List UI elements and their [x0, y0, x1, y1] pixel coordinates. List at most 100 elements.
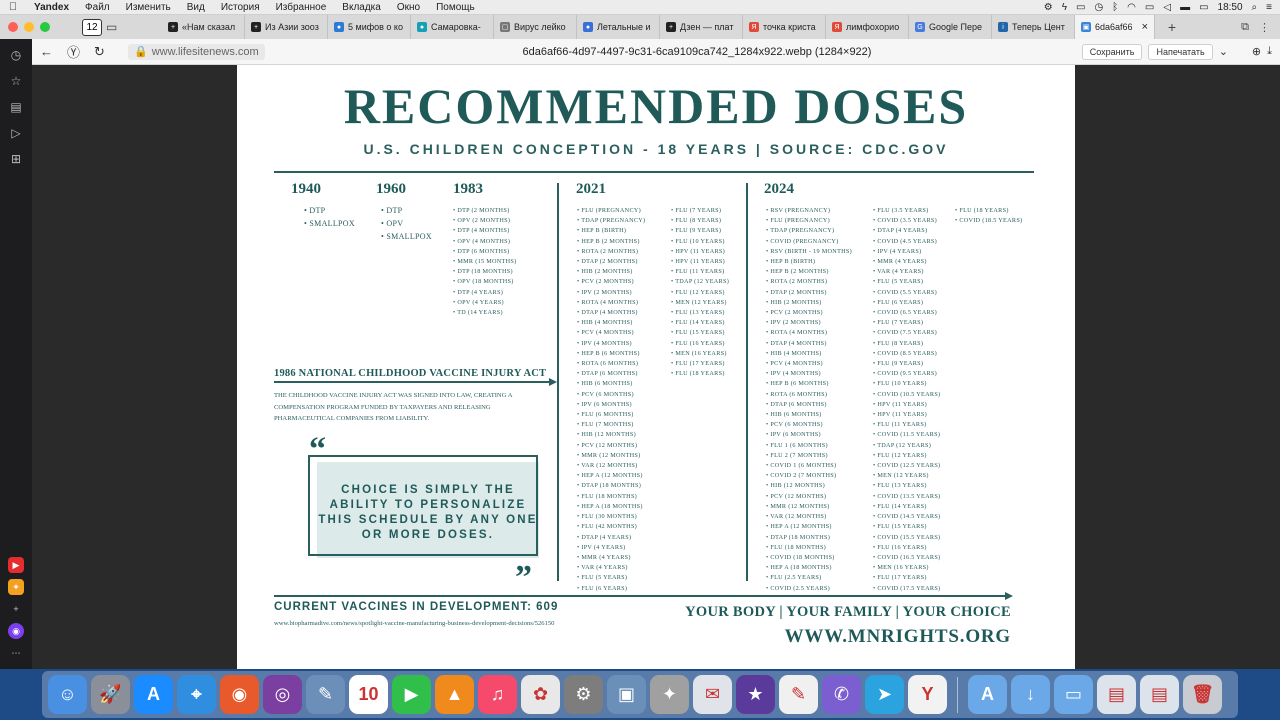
tray-display-icon[interactable]: ▭	[1145, 2, 1154, 13]
close-window-button[interactable]	[8, 22, 18, 32]
menu-help[interactable]: Помощь	[428, 2, 483, 13]
screenshot-2-dock-icon[interactable]: ▤	[1140, 675, 1179, 714]
tab-item[interactable]: i Теперь Цент	[992, 15, 1075, 39]
telegram-dock-icon[interactable]: ➤	[865, 675, 904, 714]
firefox-dock-icon[interactable]: ◉	[220, 675, 259, 714]
spotlight-search-icon[interactable]: ⌕	[1252, 2, 1258, 13]
dose-item: DTAP (4 YEARS)	[873, 226, 940, 236]
viber-dock-icon[interactable]: ✆	[822, 675, 861, 714]
safari-dock-icon[interactable]: ⌖	[177, 675, 216, 714]
lock-icon: 🔒	[134, 46, 148, 58]
yandex-browser-dock-icon[interactable]: Y	[908, 675, 947, 714]
menu-window[interactable]: Окно	[389, 2, 428, 13]
tab-item[interactable]: ● Летальные и	[577, 15, 660, 39]
tor-dock-icon[interactable]: ◎	[263, 675, 302, 714]
control-center-icon[interactable]: ≡	[1266, 2, 1272, 13]
zen-icon[interactable]: ✦	[8, 579, 24, 595]
tray-bluetooth-icon[interactable]: ᛒ	[1112, 2, 1118, 13]
tray-wifi-icon[interactable]: ◠	[1127, 2, 1136, 13]
new-tab-button[interactable]: +	[1161, 18, 1183, 36]
app-store-dock-icon[interactable]: A	[134, 675, 173, 714]
collections-icon[interactable]: ▤	[6, 97, 26, 117]
preview-dock-icon[interactable]: ✎	[306, 675, 345, 714]
back-arrow-icon[interactable]: ←	[40, 44, 53, 59]
tray-flag-icon[interactable]: ▬	[1180, 2, 1190, 13]
tab-item[interactable]: ● Самаровка-	[411, 15, 494, 39]
image-capture-dock-icon[interactable]: ▣	[607, 675, 646, 714]
tab-item[interactable]: + Из Азии зооз	[245, 15, 328, 39]
close-tab-icon[interactable]: ×	[1142, 21, 1148, 33]
notes-dock-icon[interactable]: ✎	[779, 675, 818, 714]
tray-cast-icon[interactable]: ▭	[1076, 2, 1085, 13]
apple-menu-icon[interactable]: 	[0, 1, 26, 13]
tabs-count-icon[interactable]: ⊞	[6, 149, 26, 169]
tab-item[interactable]: + Дзен — плат	[660, 15, 743, 39]
dose-item: FLU (13 YEARS)	[671, 308, 729, 318]
print-button[interactable]: Напечатать	[1148, 43, 1213, 60]
documents-folder-dock-icon[interactable]: ▭	[1054, 675, 1093, 714]
tab-active[interactable]: ▣ 6da6af66 ×	[1075, 15, 1155, 39]
minimize-window-button[interactable]	[24, 22, 34, 32]
music-dock-icon[interactable]: ♫	[478, 675, 517, 714]
save-button[interactable]: Сохранить	[1081, 43, 1143, 60]
scripts-dock-icon[interactable]: ✦	[650, 675, 689, 714]
tab-item[interactable]: ● 5 мифов о ко	[328, 15, 411, 39]
zoom-window-button[interactable]	[40, 22, 50, 32]
dock-separator	[957, 676, 958, 713]
dose-item: FLU (10 YEARS)	[671, 237, 729, 247]
alice-assistant-icon[interactable]: ◉	[8, 623, 24, 639]
tab-item[interactable]: ▢ Вирус лейко	[494, 15, 577, 39]
menu-bookmarks[interactable]: Избранное	[268, 2, 335, 13]
yandex-logo-icon[interactable]: Ⓨ	[67, 42, 80, 61]
finder-dock-icon[interactable]: ☺	[48, 675, 87, 714]
new-tab-group-icon[interactable]: ▭	[106, 20, 117, 34]
tray-clock-icon[interactable]: ◷	[1094, 2, 1103, 13]
url-field[interactable]: 🔒 www.lifesitenews.com	[128, 43, 265, 60]
tray-gear-icon[interactable]: ⚙	[1044, 2, 1053, 13]
youtube-icon[interactable]: ▶	[8, 557, 24, 573]
video-play-icon[interactable]: ▷	[6, 123, 26, 143]
reload-icon[interactable]: ↻	[94, 44, 105, 60]
mail-dock-icon[interactable]: ✉	[693, 675, 732, 714]
history-icon[interactable]: ◷	[6, 45, 26, 65]
applications-folder-dock-icon[interactable]: A	[968, 675, 1007, 714]
download-icon[interactable]: ⤓	[1267, 45, 1272, 58]
tray-battery-icon[interactable]: ▭	[1199, 2, 1208, 13]
downloads-folder-dock-icon[interactable]: ↓	[1011, 675, 1050, 714]
tray-bolt-icon[interactable]: ϟ	[1062, 2, 1067, 13]
tab-item[interactable]: Яточка криста	[743, 15, 826, 39]
browser-sidebar: ◷ ☆ ▤ ▷ ⊞ ▶ ✦ + ◉ ⋯	[0, 39, 32, 669]
menu-view[interactable]: Вид	[179, 2, 213, 13]
calendar-dock-icon[interactable]: 10	[349, 675, 388, 714]
add-panel-icon[interactable]: +	[8, 601, 24, 617]
tray-volume-icon[interactable]: ◁	[1163, 2, 1171, 13]
browser-menu-icon[interactable]: ⋮	[1259, 21, 1270, 34]
tab-item[interactable]: G Google Пере	[909, 15, 992, 39]
trash-dock-icon[interactable]: 🗑	[1183, 675, 1222, 714]
menu-file[interactable]: Файл	[77, 2, 118, 13]
dose-item: COVID (11.5 YEARS)	[873, 430, 940, 440]
screenshot-1-dock-icon[interactable]: ▤	[1097, 675, 1136, 714]
year-1983: 1983	[453, 181, 483, 197]
menu-tab[interactable]: Вкладка	[334, 2, 389, 13]
menu-app-name[interactable]: Yandex	[26, 2, 77, 13]
imovie-dock-icon[interactable]: ★	[736, 675, 775, 714]
vlc-dock-icon[interactable]: ▲	[435, 675, 474, 714]
system-preferences-dock-icon[interactable]: ⚙	[564, 675, 603, 714]
clock-time[interactable]: 18:50	[1218, 2, 1243, 13]
tab-count-badge[interactable]: 12	[82, 18, 102, 36]
launchpad-dock-icon[interactable]: 🚀	[91, 675, 130, 714]
photos-dock-icon[interactable]: ✿	[521, 675, 560, 714]
more-icon[interactable]: ⋯	[8, 645, 24, 661]
bookmarks-star-icon[interactable]: ☆	[6, 71, 26, 91]
chevron-down-icon[interactable]: ⌄	[1219, 45, 1228, 58]
menu-history[interactable]: История	[213, 2, 268, 13]
tab-item[interactable]: + «Нам сказал	[162, 15, 245, 39]
dose-item: SMALLPOX	[381, 230, 432, 243]
facetime-dock-icon[interactable]: ▶	[392, 675, 431, 714]
top-divider	[274, 171, 1034, 173]
tabs-overview-icon[interactable]: ⧉	[1241, 21, 1249, 34]
tab-item[interactable]: Ялимфохорио	[826, 15, 909, 39]
bookmark-add-icon[interactable]: ⊕	[1252, 45, 1261, 58]
menu-edit[interactable]: Изменить	[118, 2, 179, 13]
